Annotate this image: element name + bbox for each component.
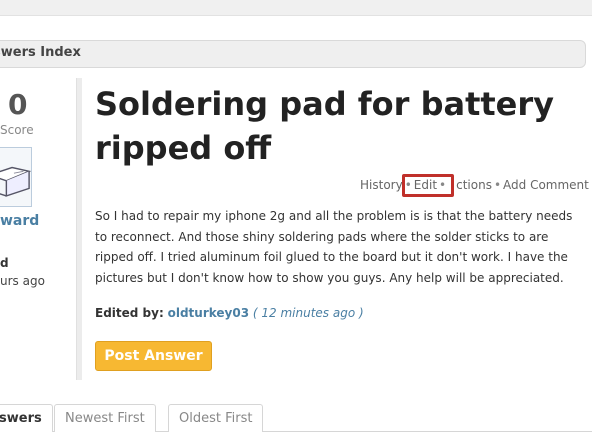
- history-link[interactable]: History: [360, 178, 403, 192]
- question-body: So I had to repair my iphone 2g and all …: [95, 209, 573, 285]
- edited-by-label: Edited by:: [95, 306, 164, 320]
- actions-link[interactable]: ctions: [448, 178, 492, 192]
- edit-highlight-box: [402, 174, 454, 197]
- vote-count: 0: [8, 88, 28, 121]
- edited-by: Edited by: oldturkey03 ( 12 minutes ago …: [95, 306, 364, 320]
- question-actions: History • Edit • ctions • Add Comment: [360, 178, 589, 192]
- asked-time: urs ago: [0, 274, 45, 288]
- editor-username[interactable]: oldturkey03: [168, 306, 249, 320]
- post-answer-button[interactable]: Post Answer: [95, 341, 212, 371]
- page-title: Soldering pad for battery ripped off: [95, 85, 554, 167]
- asked-label: d: [0, 256, 9, 270]
- separator-dot: •: [493, 178, 502, 192]
- author-name[interactable]: ward: [0, 213, 39, 229]
- avatar[interactable]: [0, 147, 32, 207]
- breadcrumb: [0, 40, 586, 68]
- edited-time: ( 12 minutes ago ): [252, 306, 364, 320]
- add-comment-link[interactable]: Add Comment: [503, 178, 589, 192]
- tab-answers[interactable]: swers: [0, 404, 53, 432]
- tab-newest-first[interactable]: Newest First: [54, 404, 156, 432]
- column-divider: [76, 78, 82, 380]
- avatar-image-icon: [0, 148, 32, 206]
- tab-oldest-first[interactable]: Oldest First: [168, 404, 264, 432]
- top-strip: [0, 0, 592, 16]
- breadcrumb-answers-index[interactable]: swers Index: [0, 45, 81, 60]
- score-label: Score: [0, 123, 34, 137]
